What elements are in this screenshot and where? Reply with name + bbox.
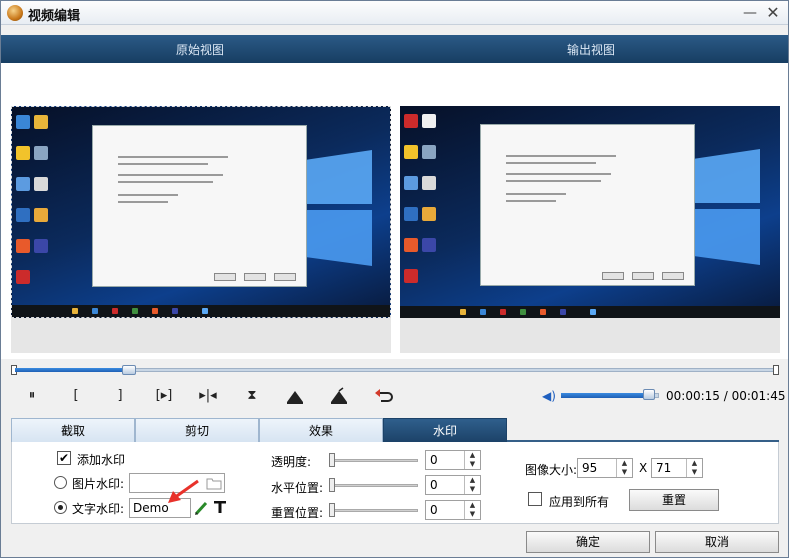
time-readout: 00:00:15 / 00:01:45 (666, 389, 785, 403)
pause-button[interactable]: ⏸ (21, 385, 43, 407)
opacity-value: 0 (430, 453, 438, 467)
desktop-icons (402, 110, 442, 296)
video-edit-window: 视频编辑 — ✕ 原始视图 输出视图 ⏸ [] [▸] ▸|◂ ⧗ ◀) 00… (0, 0, 789, 558)
tab-trim[interactable]: 剪切 (135, 418, 259, 442)
vertical-position-slider[interactable] (330, 509, 418, 512)
width-spinner[interactable]: 95 ▲ ▼ (577, 458, 633, 478)
desktop-icons (14, 111, 54, 297)
image-watermark-radio[interactable] (54, 476, 67, 489)
edit-tabs: 截取 剪切 效果 水印 (11, 418, 779, 442)
opacity-label: 透明度: (271, 455, 312, 469)
vertical-position-value: 0 (430, 503, 438, 517)
playback-controls: ⏸ [ ] [▸] ▸|◂ ⧗ ◀) 00:00:15 / 00:01:45 (1, 381, 788, 411)
volume-icon[interactable]: ◀) (542, 389, 556, 403)
timeline-progress (15, 368, 129, 372)
timeline-end-marker[interactable] (773, 365, 779, 375)
height-spinner[interactable]: 71 ▲ ▼ (651, 458, 703, 478)
add-watermark-checkbox[interactable]: ✔ (57, 451, 71, 465)
output-video-frame (400, 106, 780, 318)
ok-button[interactable]: 确定 (526, 531, 650, 553)
horizontal-position-spinner[interactable]: 0 ▲ ▼ (425, 475, 481, 495)
desktop-dialog-thumbnail (92, 125, 307, 287)
volume-thumb[interactable] (643, 389, 655, 400)
tab-crop[interactable]: 截取 (11, 418, 135, 442)
horizontal-position-slider-thumb[interactable] (329, 478, 335, 492)
tab-watermark[interactable]: 水印 (383, 418, 507, 442)
volume-level (561, 393, 654, 398)
mark-in-button[interactable]: [ (65, 385, 87, 407)
reset-button[interactable]: 重置 (629, 489, 719, 511)
time-total: 00:01:45 (731, 389, 786, 403)
original-view-label: 原始视图 (176, 43, 225, 57)
opacity-slider-thumb[interactable] (329, 453, 335, 467)
height-value: 71 (656, 461, 672, 475)
output-view-panel (400, 106, 780, 353)
desktop-taskbar (12, 305, 390, 317)
timeline-slider[interactable] (11, 365, 779, 377)
font-icon[interactable] (212, 499, 228, 515)
desktop-taskbar (400, 306, 780, 318)
text-watermark-label: 文字水印: (72, 502, 125, 516)
horizontal-position-value: 0 (430, 478, 438, 492)
rotate-left-icon[interactable] (284, 385, 306, 407)
watermark-panel: ✔ 添加水印 图片水印: 文字水印: Demo 透明度: 0 ▲ ▼ 水平位置: 0… (11, 442, 779, 524)
play-to-end-button[interactable]: ▸|◂ (195, 385, 221, 407)
window-title: 视频编辑 (28, 9, 81, 24)
time-current: 00:00:15 (666, 389, 720, 403)
image-watermark-label: 图片水印: (72, 477, 125, 491)
original-view-panel[interactable] (11, 106, 391, 353)
apply-to-all-label: 应用到所有 (549, 495, 610, 509)
text-watermark-radio[interactable] (54, 501, 67, 514)
rotate-right-icon[interactable] (328, 385, 350, 407)
vertical-position-spinner[interactable]: 0 ▲ ▼ (425, 500, 481, 520)
time-separator: / (719, 389, 732, 403)
horizontal-position-label: 水平位置: (271, 481, 324, 495)
timeline-playhead[interactable] (122, 365, 136, 375)
opacity-spin-arrows[interactable]: ▲ ▼ (464, 451, 480, 469)
views-header: 原始视图 输出视图 (1, 35, 788, 63)
tab-effects[interactable]: 效果 (259, 418, 383, 442)
undo-icon[interactable] (373, 385, 395, 407)
size-separator: X (639, 461, 648, 475)
original-video-frame[interactable] (11, 106, 391, 318)
apply-to-all-checkbox[interactable] (528, 492, 542, 506)
desktop-dialog-thumbnail (480, 124, 695, 286)
minimize-button[interactable]: — (741, 4, 759, 22)
horizontal-spin-arrows[interactable]: ▲ ▼ (464, 476, 480, 494)
vertical-position-slider-thumb[interactable] (329, 503, 335, 517)
split-button[interactable]: ⧗ (241, 385, 263, 407)
app-logo-icon (7, 5, 23, 21)
width-spin-arrows[interactable]: ▲ ▼ (616, 459, 632, 477)
folder-icon[interactable] (206, 476, 222, 490)
annotation-arrow-icon (168, 479, 199, 503)
vertical-spin-arrows[interactable]: ▲ ▼ (464, 501, 480, 519)
close-button[interactable]: ✕ (764, 4, 782, 22)
cancel-button[interactable]: 取消 (655, 531, 779, 553)
image-size-label: 图像大小: (525, 463, 578, 477)
height-spin-arrows[interactable]: ▲ ▼ (686, 459, 702, 477)
output-view-label: 输出视图 (567, 43, 616, 57)
horizontal-position-slider[interactable] (330, 484, 418, 487)
add-watermark-label: 添加水印 (77, 453, 126, 467)
title-bar: 视频编辑 — ✕ (1, 1, 788, 25)
vertical-position-label: 重置位置: (271, 506, 324, 520)
opacity-slider[interactable] (330, 459, 418, 462)
width-value: 95 (582, 461, 598, 475)
next-frame-button[interactable]: [▸] (150, 385, 178, 407)
opacity-spinner[interactable]: 0 ▲ ▼ (425, 450, 481, 470)
mark-out-button[interactable]: ] (109, 385, 131, 407)
